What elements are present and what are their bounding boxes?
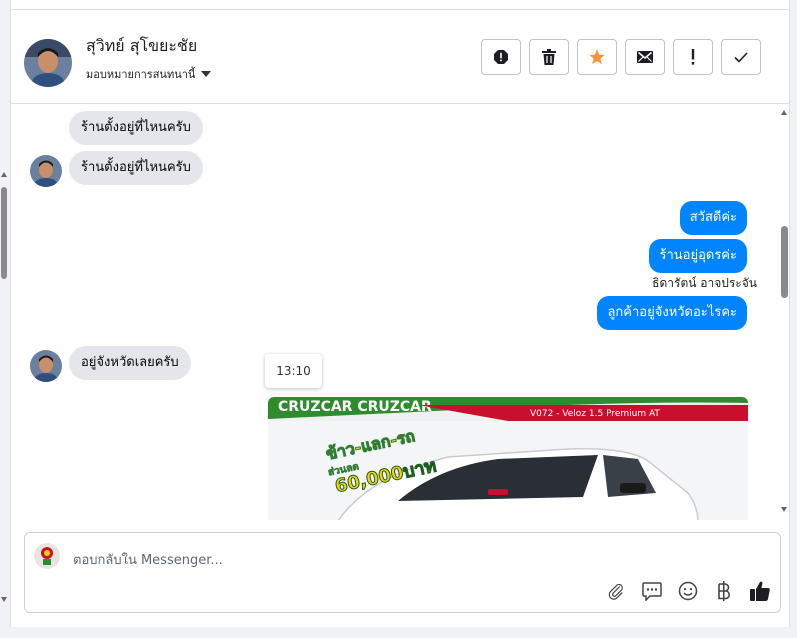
scrollbar-thumb[interactable]	[781, 226, 788, 298]
mark-spam-button[interactable]	[481, 39, 521, 75]
saved-reply-icon[interactable]	[641, 580, 663, 602]
exclamation-icon	[691, 49, 695, 65]
incoming-message[interactable]: อยู่จังหวัดเลยครับ	[69, 346, 191, 380]
assign-label: มอบหมายการสนทนานี้	[86, 68, 196, 81]
chevron-down-icon	[201, 71, 212, 77]
promo-image: CRUZCAR CRUZCAR V072 - Veloz 1.5 Premium…	[268, 397, 748, 520]
emoji-icon[interactable]	[677, 580, 699, 602]
mark-done-button[interactable]	[721, 39, 761, 75]
contact-avatar-small[interactable]	[30, 155, 62, 187]
thumbs-up-icon[interactable]	[749, 580, 771, 602]
scroll-down-arrow[interactable]	[1, 597, 7, 602]
trash-icon	[542, 49, 556, 65]
sender-name: ธิดารัตน์ อาจประจัน	[652, 276, 757, 290]
outgoing-message[interactable]: ร้านอยู่อุดรค่ะ	[649, 239, 747, 273]
contact-name[interactable]: สุวิทย์ สุโขยะชัย	[86, 34, 197, 59]
conversation-toolbar	[481, 39, 761, 75]
message-list[interactable]: ร้านตั้งอยู่ที่ไหนครับ ร้านตั้งอยู่ที่ไห…	[11, 104, 777, 520]
scroll-up-arrow[interactable]	[1, 172, 7, 177]
follow-up-button[interactable]	[673, 39, 713, 75]
alert-circle-icon	[494, 50, 508, 64]
incoming-message[interactable]: ร้านตั้งอยู่ที่ไหนครับ	[69, 111, 203, 145]
star-icon	[589, 49, 605, 65]
message-timestamp-tooltip: 13:10	[265, 354, 322, 388]
promo-header-text: CRUZCAR CRUZCAR	[278, 399, 432, 415]
attachment-icon[interactable]	[605, 580, 627, 602]
scrollbar-thumb[interactable]	[1, 187, 7, 279]
message-list-scrollbar[interactable]	[779, 104, 789, 520]
star-button[interactable]	[577, 39, 617, 75]
envelope-icon	[637, 51, 653, 63]
incoming-message[interactable]: ร้านตั้งอยู่ที่ไหนครับ	[69, 151, 203, 185]
mark-unread-button[interactable]	[625, 39, 665, 75]
reply-input[interactable]: ตอบกลับใน Messenger...	[73, 549, 223, 570]
outgoing-message[interactable]: ลูกค้าอยู่จังหวัดอะไรคะ	[597, 296, 747, 330]
promo-model-text: V072 - Veloz 1.5 Premium AT	[530, 409, 660, 419]
reply-composer[interactable]: ตอบกลับใน Messenger...	[24, 532, 781, 613]
composer-actions	[605, 580, 771, 602]
contact-avatar-small[interactable]	[30, 350, 62, 382]
image-attachment[interactable]: CRUZCAR CRUZCAR V072 - Veloz 1.5 Premium…	[268, 397, 748, 520]
conversation-header: สุวิทย์ สุโขยะชัย มอบหมายการสนทนานี้	[11, 10, 789, 104]
contact-avatar[interactable]	[24, 39, 72, 87]
checkmark-icon	[734, 51, 748, 63]
page-avatar	[34, 543, 60, 569]
delete-button[interactable]	[529, 39, 569, 75]
outgoing-message[interactable]: สวัสดีค่ะ	[679, 201, 747, 235]
conversation-panel: สุวิทย์ สุโขยะชัย มอบหมายการสนทนานี้ ร้า…	[10, 0, 790, 627]
page-scrollbar[interactable]	[0, 0, 10, 638]
scroll-up-arrow[interactable]	[781, 110, 787, 115]
scroll-down-arrow[interactable]	[781, 507, 787, 512]
assign-conversation-dropdown[interactable]: มอบหมายการสนทนานี้	[86, 65, 212, 83]
baht-icon[interactable]	[713, 580, 735, 602]
